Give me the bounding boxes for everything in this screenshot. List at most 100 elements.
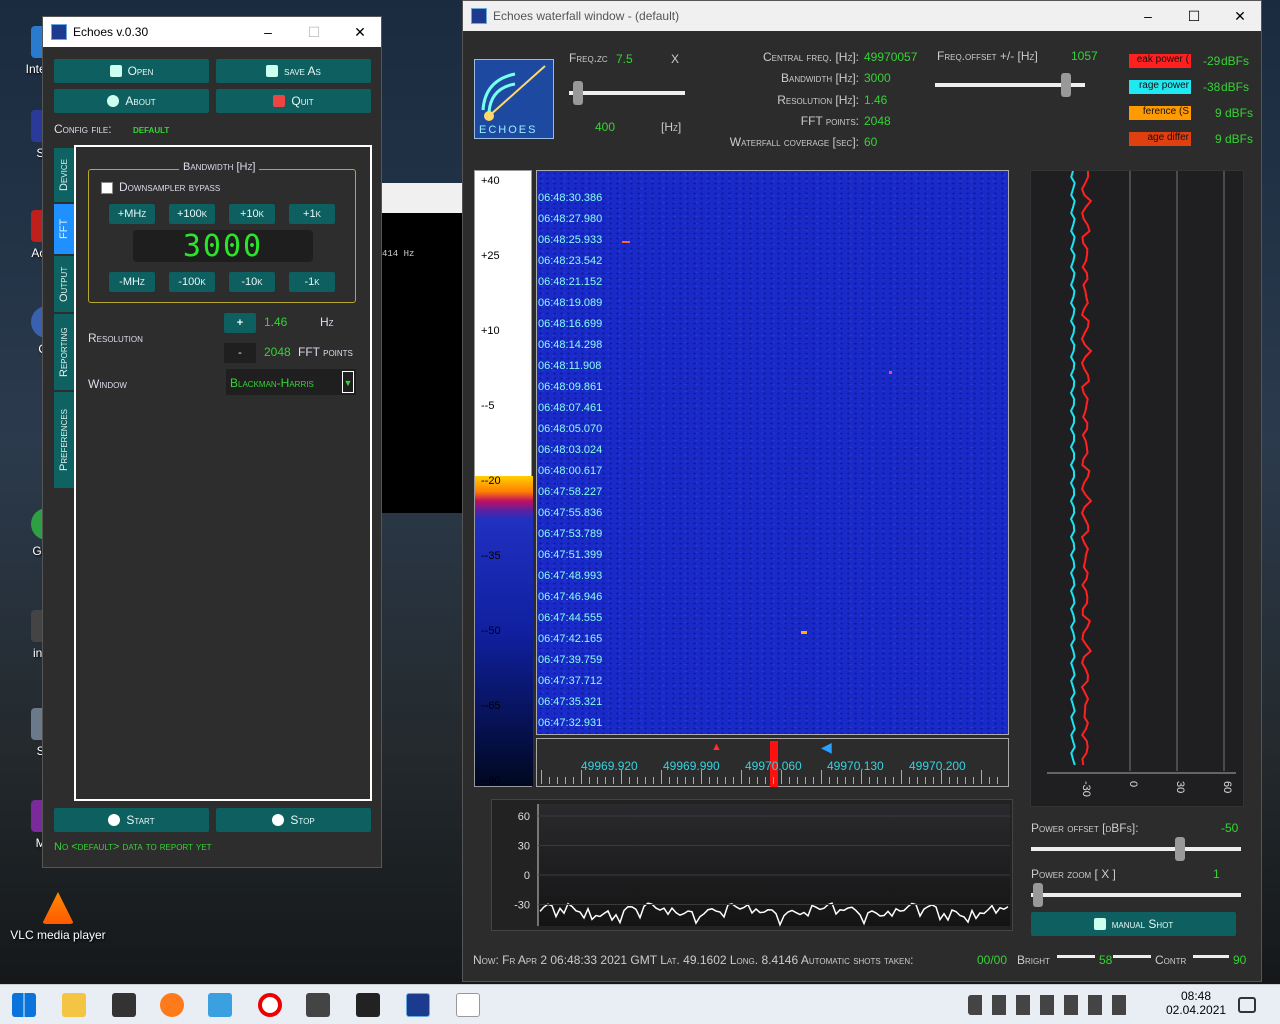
power-tick-label: 0 bbox=[1127, 781, 1139, 787]
frequency-tick bbox=[933, 777, 934, 784]
stop-button[interactable]: Stop bbox=[216, 808, 371, 832]
exit-icon bbox=[273, 95, 286, 107]
resolution-label: Resolution bbox=[88, 331, 143, 345]
bright-label: Bright bbox=[1017, 953, 1050, 967]
notification-icon[interactable] bbox=[1238, 997, 1256, 1013]
scale-label: --35 bbox=[481, 550, 501, 562]
opera-icon[interactable] bbox=[258, 993, 282, 1017]
bw-minus-100k-button[interactable]: -100k bbox=[169, 272, 215, 292]
bw-plus-mhz-button[interactable]: +MHz bbox=[109, 204, 155, 224]
save-as-button[interactable]: save As bbox=[216, 59, 371, 83]
power-offset-knob[interactable] bbox=[1175, 837, 1185, 861]
timestamp-label: 06:48:30.386 bbox=[538, 192, 603, 204]
contrast-slider[interactable] bbox=[1193, 955, 1229, 958]
spectrum-tick-label: 60 bbox=[518, 811, 530, 823]
frequency-tick bbox=[837, 777, 838, 784]
tab-device[interactable]: Device bbox=[54, 148, 74, 202]
contrast-value: 90 bbox=[1233, 953, 1247, 967]
main-titlebar: Echoes v.0.30 – ☐ ✕ bbox=[43, 17, 381, 47]
app-icon[interactable] bbox=[306, 993, 330, 1017]
quit-button[interactable]: Quit bbox=[216, 89, 371, 113]
bw-minus-mhz-button[interactable]: -MHz bbox=[109, 272, 155, 292]
stop-icon bbox=[272, 814, 285, 826]
spectrum-plot-svg: 60 30 0 -30 bbox=[514, 804, 1010, 927]
tab-preferences[interactable]: Preferences bbox=[54, 392, 74, 488]
resolution-value: 1.46 bbox=[864, 93, 888, 107]
freq-zoom-slider[interactable] bbox=[569, 91, 685, 95]
frequency-tick-label: 49969.920 bbox=[581, 759, 638, 773]
downsampler-checkbox[interactable] bbox=[101, 182, 113, 194]
clock[interactable]: 08:48 02.04.2021 bbox=[1166, 989, 1226, 1017]
minimize-button[interactable]: – bbox=[245, 17, 291, 47]
bright-slider[interactable] bbox=[1057, 955, 1095, 958]
frequency-tick bbox=[749, 777, 750, 784]
center-marker-icon: ▲ bbox=[711, 741, 722, 753]
scale-label: --50 bbox=[481, 625, 501, 637]
desktop-icon-vlc[interactable]: VLC media player bbox=[2, 892, 114, 942]
frequency-tick bbox=[869, 777, 870, 784]
resolution-minus-button[interactable]: - bbox=[224, 343, 256, 363]
wr-hd-icon[interactable] bbox=[356, 993, 380, 1017]
frequency-tick bbox=[941, 770, 942, 784]
chevron-down-icon[interactable]: ▼ bbox=[342, 371, 354, 393]
media-app-icon[interactable] bbox=[208, 993, 232, 1017]
background-text: 414 Hz bbox=[382, 249, 415, 259]
maximize-button[interactable]: ☐ bbox=[1171, 1, 1217, 31]
close-button[interactable]: ✕ bbox=[1217, 1, 1263, 31]
average-power-value: -38 bbox=[1203, 80, 1221, 94]
store-icon[interactable] bbox=[112, 993, 136, 1017]
bright-value: 58 bbox=[1099, 953, 1113, 967]
freq-zoom-knob[interactable] bbox=[573, 81, 583, 105]
fft-panel: Bandwidth [Hz] Downsampler bypass +MHz +… bbox=[74, 145, 372, 801]
frequency-tick-label: 49970.130 bbox=[827, 759, 884, 773]
echoes-logo: ECHOES bbox=[474, 59, 554, 139]
frequency-tick bbox=[589, 777, 590, 784]
maximize-button[interactable]: ☐ bbox=[291, 17, 337, 47]
echoes-taskbar-icon[interactable] bbox=[406, 993, 430, 1017]
about-label: About bbox=[125, 94, 156, 108]
window-select[interactable]: Blackman-Harris ▼ bbox=[226, 369, 356, 395]
bw-plus-100k-button[interactable]: +100k bbox=[169, 204, 215, 224]
bw-minus-1k-button[interactable]: -1k bbox=[289, 272, 335, 292]
frequency-tick bbox=[957, 777, 958, 784]
power-offset-slider[interactable] bbox=[1031, 847, 1241, 851]
bw-minus-10k-button[interactable]: -10k bbox=[229, 272, 275, 292]
frequency-tick bbox=[893, 777, 894, 784]
power-zoom-knob[interactable] bbox=[1033, 883, 1043, 907]
frequency-tick bbox=[613, 777, 614, 784]
tab-output[interactable]: Output bbox=[54, 256, 74, 312]
frequency-tick bbox=[989, 777, 990, 784]
close-button[interactable]: ✕ bbox=[337, 17, 383, 47]
file-explorer-icon[interactable] bbox=[62, 993, 86, 1017]
about-button[interactable]: About bbox=[54, 89, 209, 113]
minimize-button[interactable]: – bbox=[1125, 1, 1171, 31]
start-windows-icon[interactable] bbox=[12, 993, 36, 1017]
waterfall-titlebar: Echoes waterfall window - (default) – ☐ … bbox=[463, 1, 1261, 31]
fft-points-label: FFT points bbox=[298, 345, 353, 359]
logo-text: ECHOES bbox=[479, 124, 538, 136]
power-zoom-slider[interactable] bbox=[1031, 893, 1241, 897]
frequency-tick bbox=[621, 770, 622, 784]
freq-offset-knob[interactable] bbox=[1061, 73, 1071, 97]
start-button[interactable]: Start bbox=[54, 808, 209, 832]
freq-zoom-unit: [Hz] bbox=[661, 120, 682, 134]
bw-plus-10k-button[interactable]: +10k bbox=[229, 204, 275, 224]
firefox-icon[interactable] bbox=[160, 993, 184, 1017]
quit-label: Quit bbox=[291, 94, 314, 108]
frequency-tick-label: 49969.990 bbox=[663, 759, 720, 773]
resolution-plus-button[interactable]: + bbox=[224, 313, 256, 333]
system-tray-icons[interactable] bbox=[968, 995, 1128, 1015]
manual-shot-button[interactable]: manual Shot bbox=[1031, 912, 1236, 936]
echoes-logo-icon bbox=[51, 24, 67, 40]
average-power-tag: rage power bbox=[1129, 80, 1191, 94]
clock-date: 02.04.2021 bbox=[1166, 1003, 1227, 1017]
folder-icon bbox=[109, 65, 122, 77]
bright-slider-track[interactable] bbox=[1113, 955, 1151, 958]
open-button[interactable]: Open bbox=[54, 59, 209, 83]
tab-fft[interactable]: FFT bbox=[54, 204, 74, 254]
document-icon[interactable] bbox=[456, 993, 480, 1017]
spectrum-plot: 60 30 0 -30 bbox=[491, 799, 1013, 931]
tab-reporting[interactable]: Reporting bbox=[54, 314, 74, 390]
peak-power-value: -29 bbox=[1203, 54, 1221, 68]
bw-plus-1k-button[interactable]: +1k bbox=[289, 204, 335, 224]
